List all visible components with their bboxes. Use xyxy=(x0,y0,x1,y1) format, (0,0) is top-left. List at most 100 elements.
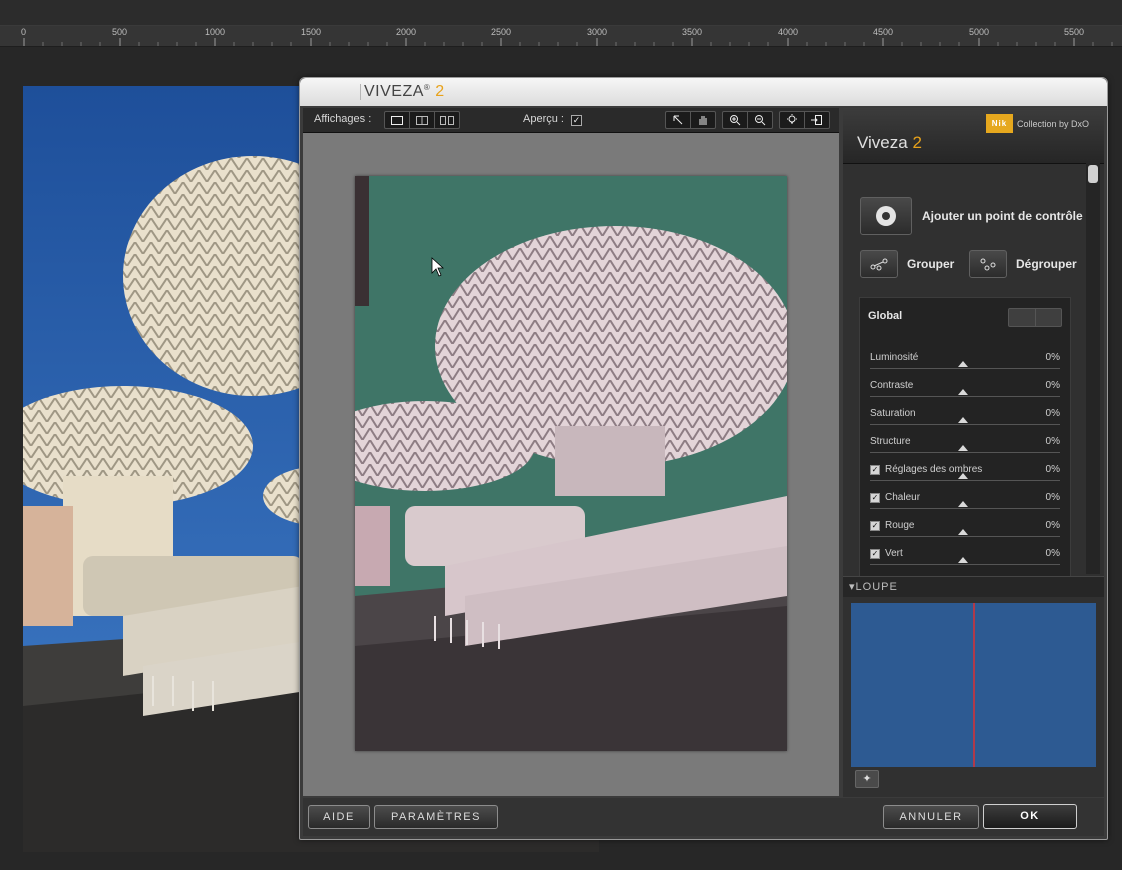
ruler-label: 5500 xyxy=(1064,27,1085,37)
ruler-label: 2500 xyxy=(491,27,512,37)
loupe-header[interactable]: ▾LOUPE xyxy=(843,576,1104,597)
slider-label: Vert xyxy=(885,548,903,559)
side-by-side-view-button[interactable] xyxy=(435,112,459,128)
slider-thumb[interactable] xyxy=(958,529,968,535)
views-label: Affichages : xyxy=(314,113,372,125)
slider-value: 0% xyxy=(1045,352,1060,363)
slider-contraste[interactable]: Contraste 0% xyxy=(870,380,1060,408)
slider-track[interactable] xyxy=(870,480,1060,481)
ungroup-button[interactable] xyxy=(969,250,1007,278)
title-text: VIVEZA xyxy=(364,83,424,100)
group-label[interactable]: Grouper xyxy=(907,257,954,271)
zoom-out-button[interactable] xyxy=(748,112,772,128)
group-button[interactable] xyxy=(860,250,898,278)
group-icon xyxy=(870,258,888,271)
ok-button[interactable]: OK xyxy=(983,804,1077,829)
ruler-label: 4500 xyxy=(873,27,894,37)
pin-loupe-button[interactable]: ✦ xyxy=(855,770,879,788)
dialog-titlebar[interactable]: VIVEZA® 2 xyxy=(300,78,1107,106)
lightbulb-icon xyxy=(787,114,797,124)
ungroup-icon xyxy=(980,258,996,271)
slider-label: Contraste xyxy=(870,380,914,391)
ruler-ticks xyxy=(23,38,1113,46)
ungroup-label[interactable]: Dégrouper xyxy=(1016,257,1077,271)
preview-label: Aperçu : xyxy=(523,113,564,125)
panel-title-text: Viveza xyxy=(857,133,908,152)
zoom-in-button[interactable] xyxy=(723,112,748,128)
add-control-point-button[interactable] xyxy=(860,197,912,235)
slider-thumb[interactable] xyxy=(958,445,968,451)
background-brightness-button[interactable] xyxy=(780,112,805,128)
panel-scroll-thumb[interactable] xyxy=(1088,165,1098,183)
ruler-label: 4000 xyxy=(778,27,799,37)
ruler-label: 1000 xyxy=(205,27,226,37)
add-control-point-label[interactable]: Ajouter un point de contrôle xyxy=(922,209,1083,223)
slider-saturation[interactable]: Saturation 0% xyxy=(870,408,1060,436)
global-mode-toggle xyxy=(1008,308,1062,327)
select-tool-button[interactable] xyxy=(666,112,691,128)
tool-group xyxy=(665,111,716,129)
title-version: 2 xyxy=(435,83,445,100)
slider-thumb[interactable] xyxy=(958,361,968,367)
app-top-bar xyxy=(0,0,1122,26)
nik-logo: Nik xyxy=(986,114,1013,133)
slider-label: Saturation xyxy=(870,408,916,419)
preview-checkbox[interactable]: ✓ xyxy=(571,115,582,126)
loupe-title: ▾LOUPE xyxy=(849,581,898,593)
control-point-icon xyxy=(876,206,896,226)
red-checkbox[interactable]: ✓ xyxy=(870,521,880,531)
expanded-mode-button[interactable] xyxy=(1036,309,1062,326)
slider-reglages-ombres[interactable]: ✓ Réglages des ombres 0% xyxy=(870,464,1060,492)
slider-thumb[interactable] xyxy=(958,557,968,563)
ruler-label: 3000 xyxy=(587,27,608,37)
slider-vert[interactable]: ✓ Vert 0% xyxy=(870,548,1060,576)
slider-thumb[interactable] xyxy=(958,501,968,507)
slider-thumb[interactable] xyxy=(958,389,968,395)
horizontal-ruler: 0 500 1000 1500 2000 2500 3000 3500 4000… xyxy=(0,26,1122,47)
settings-button[interactable]: PARAMÈTRES xyxy=(374,805,498,829)
slider-track[interactable] xyxy=(870,564,1060,565)
preview-canvas[interactable] xyxy=(303,133,839,796)
slider-chaleur[interactable]: ✓ Chaleur 0% xyxy=(870,492,1060,520)
misc-group xyxy=(779,111,830,129)
zoom-in-icon xyxy=(730,115,741,126)
loupe-label: LOUPE xyxy=(855,581,898,593)
green-checkbox[interactable]: ✓ xyxy=(870,549,880,559)
shadow-adjust-checkbox[interactable]: ✓ xyxy=(870,465,880,475)
view-mode-group xyxy=(384,111,460,129)
slider-label: Rouge xyxy=(885,520,915,531)
global-adjustments: Global Luminosité 0% Contraste 0% Satura… xyxy=(859,297,1071,577)
ruler-label: 500 xyxy=(112,27,128,37)
pin-icon: ✦ xyxy=(862,773,872,785)
zoom-out-icon xyxy=(755,115,766,126)
hand-tool-button[interactable] xyxy=(691,112,715,128)
slider-thumb[interactable] xyxy=(958,417,968,423)
slider-label: Chaleur xyxy=(885,492,921,503)
single-view-button[interactable] xyxy=(385,112,410,128)
help-button[interactable]: AIDE xyxy=(308,805,370,829)
dialog-title: VIVEZA® 2 xyxy=(364,83,445,101)
slider-label: Luminosité xyxy=(870,352,919,363)
slider-value: 0% xyxy=(1045,408,1060,419)
loupe-view xyxy=(851,603,1096,767)
fit-screen-button[interactable] xyxy=(805,112,829,128)
panel-scrollbar[interactable] xyxy=(1086,163,1100,574)
title-registered-mark: ® xyxy=(423,83,431,92)
slider-value: 0% xyxy=(1045,548,1060,559)
slider-track[interactable] xyxy=(870,424,1060,425)
slider-track[interactable] xyxy=(870,536,1060,537)
loupe-split-line xyxy=(973,603,975,767)
slider-track[interactable] xyxy=(870,508,1060,509)
slider-thumb[interactable] xyxy=(958,473,968,479)
slider-track[interactable] xyxy=(870,396,1060,397)
simple-mode-button[interactable] xyxy=(1009,309,1036,326)
slider-structure[interactable]: Structure 0% xyxy=(870,436,1060,464)
cancel-button[interactable]: ANNULER xyxy=(883,805,979,829)
split-view-button[interactable] xyxy=(410,112,435,128)
slider-rouge[interactable]: ✓ Rouge 0% xyxy=(870,520,1060,548)
preview-image[interactable] xyxy=(355,176,787,751)
slider-track[interactable] xyxy=(870,452,1060,453)
slider-track[interactable] xyxy=(870,368,1060,369)
warmth-checkbox[interactable]: ✓ xyxy=(870,493,880,503)
slider-luminosite[interactable]: Luminosité 0% xyxy=(870,352,1060,380)
